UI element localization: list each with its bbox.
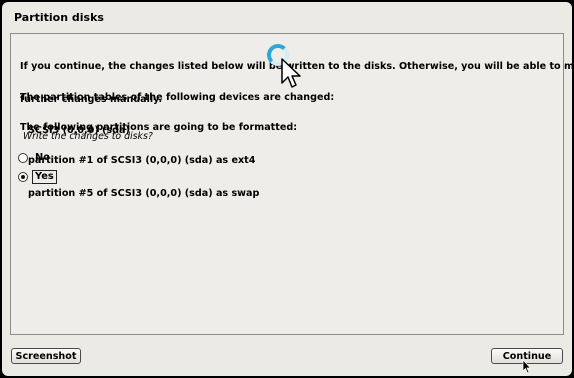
format-item: partition #1 of SCSI3 (0,0,0) (sda) as e…: [28, 155, 256, 166]
mouse-pointer-icon: [522, 359, 532, 374]
format-item: partition #5 of SCSI3 (0,0,0) (sda) as s…: [28, 188, 260, 199]
option-no[interactable]: No: [18, 151, 52, 165]
mouse-pointer-icon: [281, 58, 301, 88]
format-section: The following partitions are going to be…: [20, 100, 297, 221]
window-title: Partition disks: [14, 11, 104, 24]
option-no-label[interactable]: No: [33, 152, 52, 164]
installer-window: Partition disks If you continue, the cha…: [2, 2, 572, 376]
option-yes[interactable]: Yes: [18, 170, 57, 184]
radio-yes[interactable]: [18, 172, 28, 182]
screenshot-button[interactable]: Screenshot: [11, 348, 81, 364]
option-yes-label[interactable]: Yes: [32, 170, 57, 184]
write-question: Write the changes to disks?: [23, 131, 153, 142]
radio-no[interactable]: [18, 153, 28, 163]
